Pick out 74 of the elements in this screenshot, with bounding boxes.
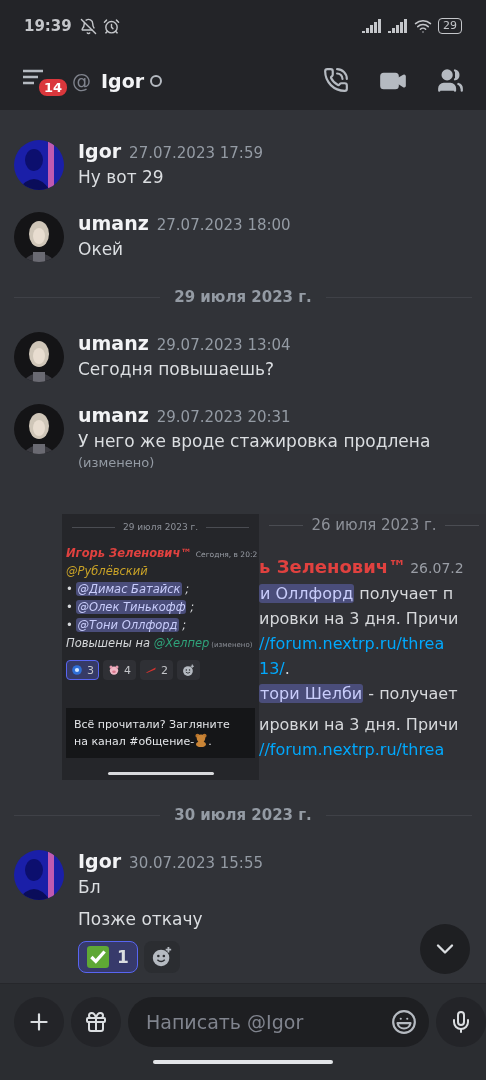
channel-title[interactable]: Igor (101, 70, 145, 92)
message-field[interactable]: Написать @Igor (128, 997, 429, 1047)
clock: 19:39 (24, 17, 72, 35)
author-name[interactable]: umanz (78, 404, 149, 426)
date-divider: 26 июля 2023 г. (311, 516, 437, 534)
emoji-icon[interactable] (391, 1009, 417, 1035)
check-mark-icon (87, 946, 109, 968)
timestamp: 26.07.2 (410, 560, 464, 576)
info-card: Всё прочитали? Загляните на канал #общение- . (66, 708, 255, 758)
message-line: тори Шелби - получает (259, 683, 459, 705)
gift-icon (84, 1010, 108, 1034)
message-line: и Оллфорд получает п (259, 583, 455, 605)
reaction-chip[interactable]: 1 (78, 941, 138, 973)
user-mention[interactable]: @Димас Батайск (76, 582, 182, 596)
wifi-icon (414, 17, 432, 35)
message-input[interactable]: Написать @Igor (144, 1010, 391, 1034)
user-mention[interactable]: @Тони Оллфорд (76, 618, 179, 632)
reaction-chip[interactable]: 3 (66, 660, 99, 680)
teddy-bear-icon (194, 733, 209, 747)
message-line: • @Тони Оллфорд ; (65, 617, 188, 634)
message-text: Позже откачу (78, 909, 204, 929)
message-text: У него же вроде стажировка продлена (78, 431, 432, 451)
message-line: 13/. (259, 658, 291, 680)
add-reaction-icon (182, 663, 195, 677)
user-mention[interactable]: и Оллфорд (259, 584, 355, 603)
message-text: Ну вот 29 (78, 167, 165, 187)
battery-icon: 29 (438, 18, 462, 34)
add-button[interactable] (14, 997, 64, 1047)
date-divider: 29 июля 2023 г. (174, 288, 312, 306)
author-name: ь Зеленович™ (259, 556, 407, 577)
timestamp: 27.07.2023 18:00 (156, 216, 291, 234)
mic-button[interactable] (436, 997, 486, 1047)
add-reaction-icon (150, 946, 173, 968)
signal-icon (362, 19, 382, 33)
add-reaction-button[interactable] (177, 660, 200, 680)
timestamp: 30.07.2023 15:55 (129, 854, 263, 872)
alarm-icon (102, 17, 120, 35)
date-divider: 29 июля 2023 г. (122, 522, 199, 532)
reaction-chip[interactable]: 4 (103, 660, 136, 680)
message-text: Сегодня повышаешь? (78, 359, 276, 379)
gift-button[interactable] (71, 997, 121, 1047)
date-divider: 30 июля 2023 г. (174, 806, 312, 824)
link[interactable]: 13/ (259, 659, 285, 678)
members-icon[interactable] (437, 67, 464, 94)
user-mention[interactable]: @Олек Тинькофф (76, 600, 187, 614)
link[interactable]: //forum.nextrp.ru/threa (259, 634, 445, 653)
user-mention[interactable]: тори Шелби (259, 684, 364, 703)
mute-icon (79, 17, 97, 35)
message-line: ировки на 3 дня. Причи (259, 714, 460, 736)
author-name: Игорь Зеленович™ (66, 546, 192, 560)
message-text: Бл (78, 877, 102, 897)
message-line: • @Олек Тинькофф ; (65, 599, 195, 616)
orb-icon (71, 664, 83, 676)
author-name[interactable]: Igor (78, 850, 122, 872)
at-sign: @ (72, 70, 91, 92)
timestamp: 27.07.2023 17:59 (129, 144, 263, 162)
role-mention[interactable]: @Хелпер (153, 636, 210, 650)
timestamp: 29.07.2023 20:31 (156, 408, 291, 426)
edited-label: (изменено) (78, 455, 156, 470)
signal-icon (388, 19, 408, 33)
message-line: • @Димас Батайск ; (65, 581, 191, 598)
call-icon[interactable] (323, 67, 349, 93)
reaction-chip[interactable]: 2 (140, 660, 173, 680)
link[interactable]: //forum.nextrp.ru/threa (259, 740, 445, 759)
message-text: Окей (78, 239, 125, 259)
role-mention[interactable]: @Рублёвский (66, 564, 148, 578)
jump-down-button[interactable] (420, 924, 470, 974)
author-name[interactable]: umanz (78, 332, 149, 354)
author-name[interactable]: umanz (78, 212, 149, 234)
author-name[interactable]: Igor (78, 140, 122, 162)
add-reaction-button[interactable] (143, 941, 180, 973)
message-line: ировки на 3 дня. Причи (259, 608, 460, 630)
pig-icon (108, 664, 120, 676)
timestamp: 29.07.2023 13:04 (156, 336, 291, 354)
